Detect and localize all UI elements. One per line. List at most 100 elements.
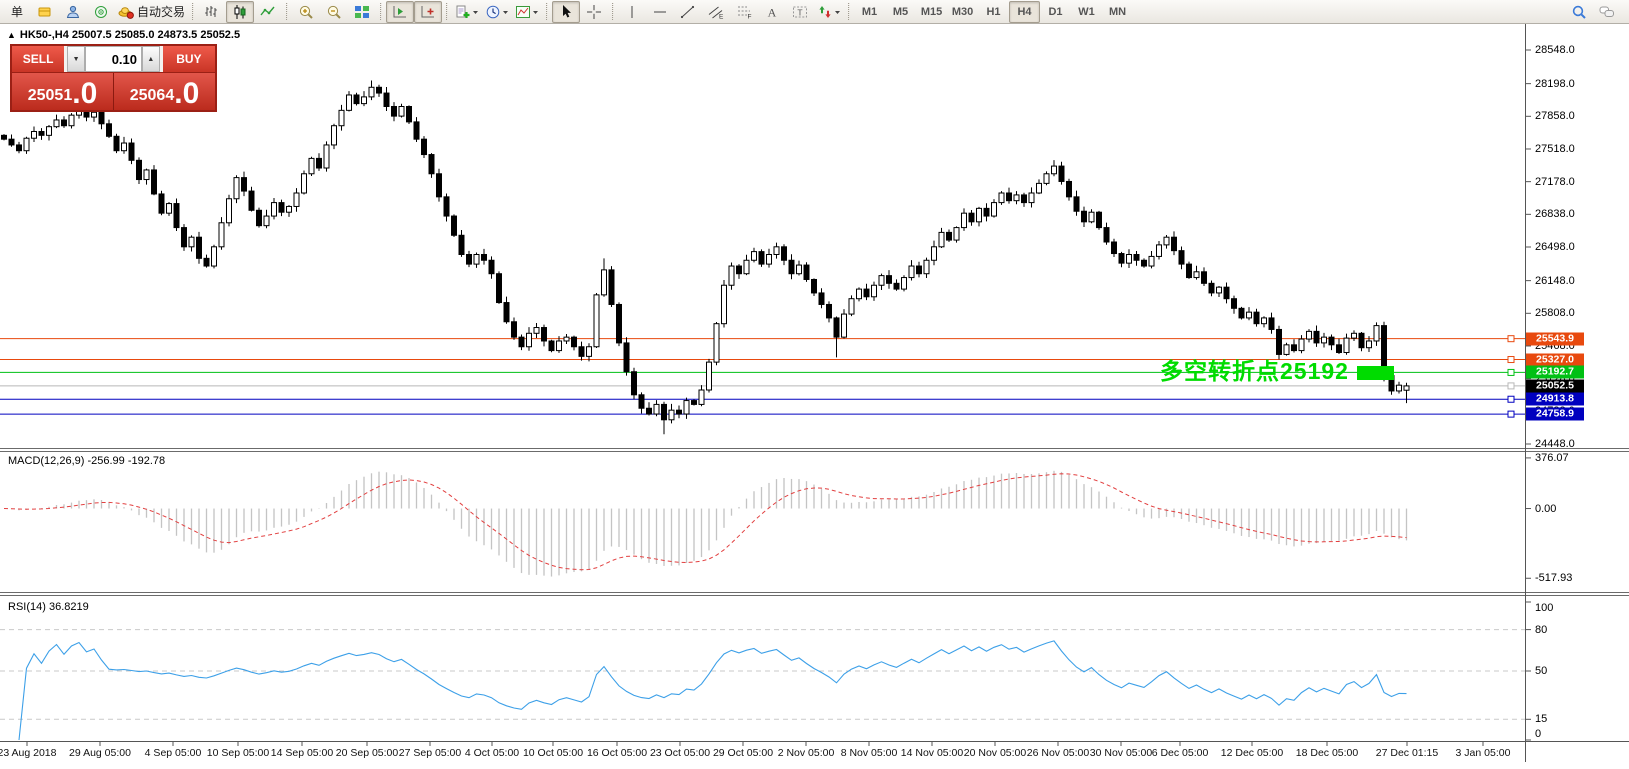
sell-button[interactable]: SELL <box>12 46 64 72</box>
zoom-out-button[interactable] <box>320 1 348 23</box>
svg-text:T: T <box>797 7 802 17</box>
tf-m30[interactable]: M30 <box>947 1 978 23</box>
chat-button[interactable] <box>1593 1 1621 23</box>
time-axis-label: 29 Oct 05:00 <box>713 747 773 759</box>
time-axis-label: 20 Sep 05:00 <box>336 747 398 759</box>
toolbar-separator <box>286 3 288 20</box>
price-axis-tick: 26148.0 <box>1535 275 1575 287</box>
fibonacci-button[interactable]: F <box>730 1 758 23</box>
time-axis-label: 26 Nov 05:00 <box>1027 747 1089 759</box>
dropdown-caret-icon[interactable] <box>471 4 479 20</box>
signals-button[interactable] <box>87 1 115 23</box>
autoscroll-icon <box>392 4 408 20</box>
dropdown-caret-icon[interactable] <box>531 4 539 20</box>
svg-text:F: F <box>748 13 752 20</box>
template-icon <box>515 4 531 20</box>
volume-decrease-button[interactable]: ▼ <box>67 46 85 72</box>
profile-button[interactable] <box>59 1 87 23</box>
equidistant-channel-button[interactable]: E <box>702 1 730 23</box>
volume-input[interactable] <box>85 46 142 72</box>
dropdown-caret-icon[interactable] <box>501 4 509 20</box>
periods-button[interactable] <box>482 1 512 23</box>
autotrading-button-label: 自动交易 <box>137 3 185 20</box>
chat-icon <box>1599 4 1615 20</box>
line-chart-button[interactable] <box>254 1 282 23</box>
toolbar-separator <box>380 3 382 20</box>
cursor-icon <box>558 4 574 20</box>
price-axis-tick: 27858.0 <box>1535 110 1575 122</box>
trendline-button[interactable] <box>674 1 702 23</box>
tf-m5[interactable]: M5 <box>885 1 916 23</box>
price-axis-tick: 27518.0 <box>1535 143 1575 155</box>
tf-m1[interactable]: M1 <box>854 1 885 23</box>
time-axis-label: 3 Jan 05:00 <box>1456 747 1511 759</box>
tf-mn[interactable]: MN <box>1102 1 1133 23</box>
buy-button[interactable]: BUY <box>163 46 215 72</box>
autotrade-icon <box>118 4 134 20</box>
autotrading-button[interactable]: 自动交易 <box>115 1 188 23</box>
vertical-line-button[interactable] <box>618 1 646 23</box>
text-button[interactable]: A <box>758 1 786 23</box>
chart-title: ▲HK50-,H4 25007.5 25085.0 24873.5 25052.… <box>7 29 240 41</box>
tf-d1[interactable]: D1 <box>1040 1 1071 23</box>
sell-price[interactable]: 25051.0 <box>12 73 114 110</box>
new-order-button[interactable] <box>31 1 59 23</box>
tf-m15-label: M15 <box>921 6 942 18</box>
time-axis-label: 14 Sep 05:00 <box>271 747 333 759</box>
toolbar-separator <box>546 3 548 20</box>
price-line-label: 24758.9 <box>1526 408 1584 421</box>
toolbar-separator <box>612 3 614 20</box>
rsi-axis-tick: 80 <box>1535 624 1547 636</box>
templates-button[interactable] <box>512 1 542 23</box>
price-axis-tick: 25808.0 <box>1535 307 1575 319</box>
rsi-axis-tick: 100 <box>1535 602 1553 614</box>
chart-candles-icon <box>232 4 248 20</box>
auto-scroll-button[interactable] <box>386 1 414 23</box>
buy-price-pips: .0 <box>174 80 199 108</box>
rsi-axis-tick: 50 <box>1535 665 1547 677</box>
new-chart-button[interactable] <box>452 1 482 23</box>
text-label-button[interactable]: T <box>786 1 814 23</box>
svg-text:E: E <box>719 13 724 20</box>
cursor-button[interactable] <box>552 1 580 23</box>
tf-m30-label: M30 <box>952 6 973 18</box>
price-axis-tick: 26838.0 <box>1535 208 1575 220</box>
volume-increase-button[interactable]: ▲ <box>142 46 160 72</box>
toolbar-separator <box>192 3 194 20</box>
time-axis-label: 23 Aug 2018 <box>0 747 56 759</box>
orders-button[interactable]: 单 <box>3 1 31 23</box>
tile-windows-button[interactable] <box>348 1 376 23</box>
current-price-label: 25052.5 <box>1526 379 1584 392</box>
chart-canvas[interactable] <box>0 0 1629 769</box>
annotation-rectangle[interactable] <box>1357 366 1394 380</box>
tf-w1[interactable]: W1 <box>1071 1 1102 23</box>
orders-button-label: 单 <box>11 3 23 20</box>
dropdown-caret-icon[interactable] <box>833 4 841 20</box>
tf-m5-label: M5 <box>893 6 908 18</box>
time-axis-label: 27 Sep 05:00 <box>399 747 461 759</box>
terminal-window: 单 自动交易 E FA T M1 M5 M15 M30 H1 H4D1W1MN ▲HK50-,H4 … <box>0 0 1629 769</box>
bar-chart-button[interactable] <box>198 1 226 23</box>
chart-shift-icon <box>420 4 436 20</box>
time-axis-label: 12 Dec 05:00 <box>1221 747 1283 759</box>
annotation-text[interactable]: 多空转折点25192 <box>1160 352 1349 386</box>
tf-h1-label: H1 <box>986 6 1000 18</box>
search-button[interactable] <box>1565 1 1593 23</box>
horizontal-line-button[interactable] <box>646 1 674 23</box>
buy-price[interactable]: 25064.0 <box>114 73 215 110</box>
tf-h1[interactable]: H1 <box>978 1 1009 23</box>
vline-icon <box>624 4 640 20</box>
time-axis-label: 8 Nov 05:00 <box>841 747 898 759</box>
price-axis-tick: 26498.0 <box>1535 241 1575 253</box>
crosshair-button[interactable] <box>580 1 608 23</box>
tf-m15[interactable]: M15 <box>916 1 947 23</box>
chart-shift-button[interactable] <box>414 1 442 23</box>
tf-h4[interactable]: H4 <box>1009 1 1040 23</box>
time-axis-label: 27 Dec 01:15 <box>1376 747 1438 759</box>
macd-axis-tick: 0.00 <box>1535 503 1556 515</box>
zoom-in-button[interactable] <box>292 1 320 23</box>
time-axis-label: 10 Sep 05:00 <box>207 747 269 759</box>
candlestick-chart-button[interactable] <box>226 1 254 23</box>
trade-panel-collapse-icon[interactable]: ▲ <box>7 30 16 40</box>
arrows-button[interactable] <box>814 1 844 23</box>
